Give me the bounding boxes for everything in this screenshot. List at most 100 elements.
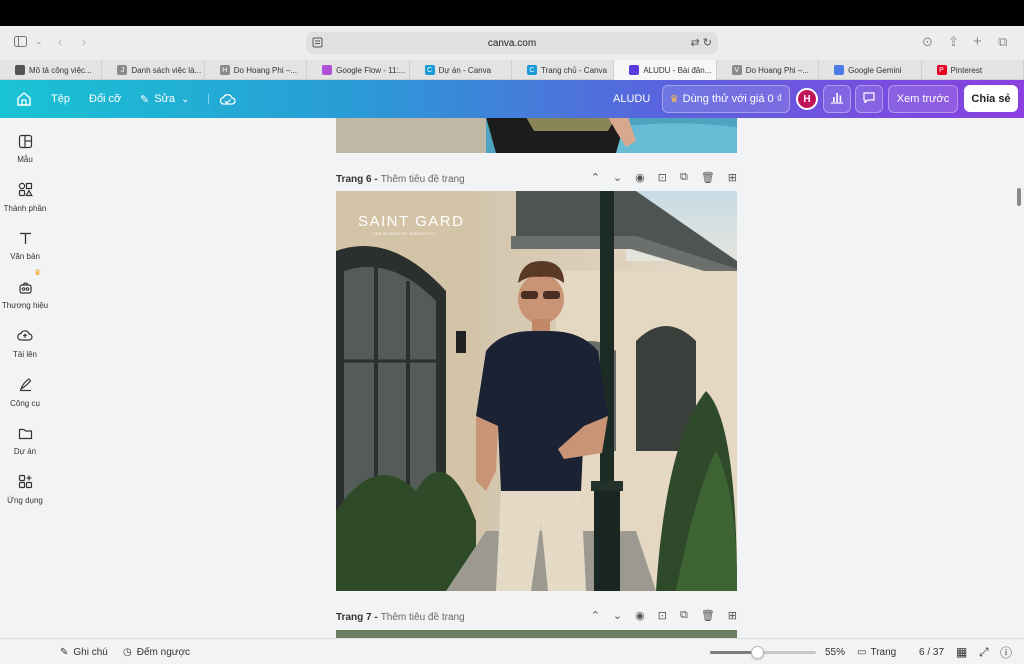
download-icon[interactable]: ⊙ xyxy=(922,35,933,48)
hide-icon[interactable]: ◉ xyxy=(635,609,645,625)
comments-button[interactable] xyxy=(855,85,883,113)
forward-icon[interactable]: › xyxy=(82,35,86,48)
move-up-icon[interactable]: ⌃ xyxy=(591,609,600,625)
sidebar-item-label: Ứng dụng xyxy=(7,495,43,505)
page-6-tools: ⌃ ⌄ ◉ ⊡ ⧉ 🗑 ⊞ xyxy=(591,171,737,187)
brand-icon xyxy=(18,276,33,298)
browser-tab[interactable]: J Danh sách việc là... xyxy=(102,60,205,80)
tab-label: Mô tả công việc... xyxy=(29,65,92,75)
chevron-down-icon[interactable]: ⌄ xyxy=(35,37,43,46)
hide-icon[interactable]: ◉ xyxy=(635,171,645,187)
notes-button[interactable]: ✎ Ghi chú xyxy=(60,639,108,664)
tab-label: Dự án - Canva xyxy=(438,65,492,75)
tab-overview-icon[interactable]: ⧉ xyxy=(998,35,1007,48)
tab-label: Google Gemini xyxy=(848,65,902,75)
address-bar[interactable]: canva.com ⇄ ↻ xyxy=(306,32,718,54)
browser-tab[interactable]: V Do Hoang Phi –... xyxy=(717,60,820,80)
browser-tab[interactable]: Google Gemini xyxy=(819,60,922,80)
previous-page[interactable] xyxy=(336,118,737,153)
browser-tab[interactable]: C Dự án - Canva xyxy=(410,60,512,80)
tab-label: Pinterest xyxy=(950,65,983,75)
delete-icon[interactable]: 🗑 xyxy=(701,171,715,187)
browser-tab[interactable]: Mô tả công việc... xyxy=(0,60,103,80)
page-menu-icon[interactable] xyxy=(312,37,323,48)
help-icon[interactable]: ⓘ xyxy=(1000,639,1012,664)
sidebar-item-label: Công cụ xyxy=(10,398,40,408)
sidebar-item[interactable]: Ứng dụng xyxy=(0,471,50,515)
duplicate-icon[interactable]: ⧉ xyxy=(680,171,688,187)
url-text[interactable]: canva.com xyxy=(488,38,536,49)
sidebar-item[interactable]: Thành phần xyxy=(0,179,50,223)
sidebar-item-label: Mẫu xyxy=(17,155,33,164)
lock-icon[interactable]: ⊡ xyxy=(658,171,667,187)
cloud-save-icon[interactable] xyxy=(219,80,236,118)
home-icon[interactable] xyxy=(16,80,32,118)
back-icon[interactable]: ‹ xyxy=(58,35,62,48)
translate-reload-icons[interactable]: ⇄ ↻ xyxy=(691,36,713,49)
file-menu[interactable]: Tệp xyxy=(51,80,70,118)
chevron-down-icon: ⌄ xyxy=(181,93,190,105)
move-up-icon[interactable]: ⌃ xyxy=(591,171,600,187)
trial-button[interactable]: ♛ Dùng thử với giá 0 ₫ xyxy=(662,85,790,113)
pencil-icon: ✎ xyxy=(140,93,150,106)
page-6-canvas[interactable]: SAINT GARD THE POWER OF SIMPLICITY xyxy=(336,191,737,591)
delete-icon[interactable]: 🗑 xyxy=(701,609,715,625)
sidebar-item[interactable]: Công cụ xyxy=(0,374,50,418)
add-page-icon[interactable]: ⊞ xyxy=(728,609,737,625)
zoom-label[interactable]: 55% xyxy=(825,639,845,664)
page-6-header: Trang 6 - Thêm tiêu đề trang ⌃ ⌄ ◉ ⊡ ⧉ 🗑… xyxy=(336,171,737,187)
sidebar-item[interactable]: Tải lên xyxy=(0,325,50,369)
elements-icon xyxy=(18,179,33,201)
share-button[interactable]: Chia sẻ xyxy=(964,85,1018,112)
share-icon[interactable]: ⇪ xyxy=(948,35,959,48)
move-down-icon[interactable]: ⌄ xyxy=(613,609,622,625)
sidebar-item[interactable]: Văn bản xyxy=(0,227,50,271)
tab-favicon-icon: C xyxy=(424,65,435,75)
canva-header: Tệp Đổi cỡ ✎ Sửa ⌄ | ALUDU ♛ Dùng thử vớ… xyxy=(0,80,1024,118)
edit-menu[interactable]: ✎ Sửa ⌄ xyxy=(140,80,189,118)
canvas-area: Trang 6 - Thêm tiêu đề trang ⌃ ⌄ ◉ ⊡ ⧉ 🗑… xyxy=(50,118,1016,638)
brand-tagline: THE POWER OF SIMPLICITY xyxy=(373,232,436,236)
tab-label: Do Hoang Phi –... xyxy=(745,65,809,75)
template-icon xyxy=(18,130,33,152)
duplicate-icon[interactable]: ⧉ xyxy=(680,609,688,625)
lock-icon[interactable]: ⊡ xyxy=(658,609,667,625)
sidebar-item[interactable]: Dự án xyxy=(0,422,50,466)
avatar[interactable]: H xyxy=(796,88,818,110)
resize-menu[interactable]: Đổi cỡ xyxy=(89,80,121,118)
zoom-slider[interactable] xyxy=(710,646,816,659)
brand-text: SAINT GARD xyxy=(358,213,464,230)
page-7-tools: ⌃ ⌄ ◉ ⊡ ⧉ 🗑 ⊞ xyxy=(591,609,737,625)
comment-icon xyxy=(862,91,876,107)
page-7-header: Trang 7 - Thêm tiêu đề trang ⌃ ⌄ ◉ ⊡ ⧉ 🗑… xyxy=(336,609,737,625)
sidebar-item[interactable]: Mẫu xyxy=(0,130,50,174)
page-7-canvas[interactable] xyxy=(336,630,737,638)
move-down-icon[interactable]: ⌄ xyxy=(613,171,622,187)
tab-favicon-icon: P xyxy=(936,65,947,75)
browser-tab[interactable]: H Do Hoang Phi –... xyxy=(205,60,308,80)
sidebar-item-label: Tải lên xyxy=(12,349,37,359)
new-tab-icon[interactable]: + xyxy=(973,34,982,49)
document-title[interactable]: ALUDU xyxy=(613,80,650,118)
browser-tab[interactable]: Google Flow - 11:... xyxy=(307,60,410,80)
pages-button[interactable]: ▭ Trang xyxy=(857,639,896,664)
fullscreen-icon[interactable]: ⤢ xyxy=(979,639,989,664)
browser-tab[interactable]: C Trang chủ - Canva xyxy=(512,60,615,80)
page-7-subtitle[interactable]: Thêm tiêu đề trang xyxy=(381,612,465,623)
tab-label: Do Hoang Phi –... xyxy=(233,65,297,75)
grid-view-icon[interactable]: ▦ xyxy=(956,639,967,664)
pages-label: Trang xyxy=(870,646,897,658)
sidebar-item[interactable]: Thương hiệu xyxy=(0,276,50,320)
browser-tab[interactable]: ALUDU - Bài đăn... xyxy=(614,60,717,80)
tab-favicon-icon xyxy=(322,65,333,75)
preview-button[interactable]: Xem trước xyxy=(888,85,958,113)
vertical-scrollbar[interactable] xyxy=(1017,188,1021,206)
page-6-subtitle[interactable]: Thêm tiêu đề trang xyxy=(381,174,465,185)
sidebar-toggle-icon[interactable] xyxy=(14,36,27,49)
timer-button[interactable]: ◷ Đếm ngược xyxy=(123,639,190,664)
zoom-slider-knob[interactable] xyxy=(750,646,764,659)
insights-button[interactable] xyxy=(823,85,851,113)
add-page-icon[interactable]: ⊞ xyxy=(728,171,737,187)
page-indicator[interactable]: 6 / 37 xyxy=(919,639,944,664)
browser-tab[interactable]: P Pinterest xyxy=(922,60,1024,80)
